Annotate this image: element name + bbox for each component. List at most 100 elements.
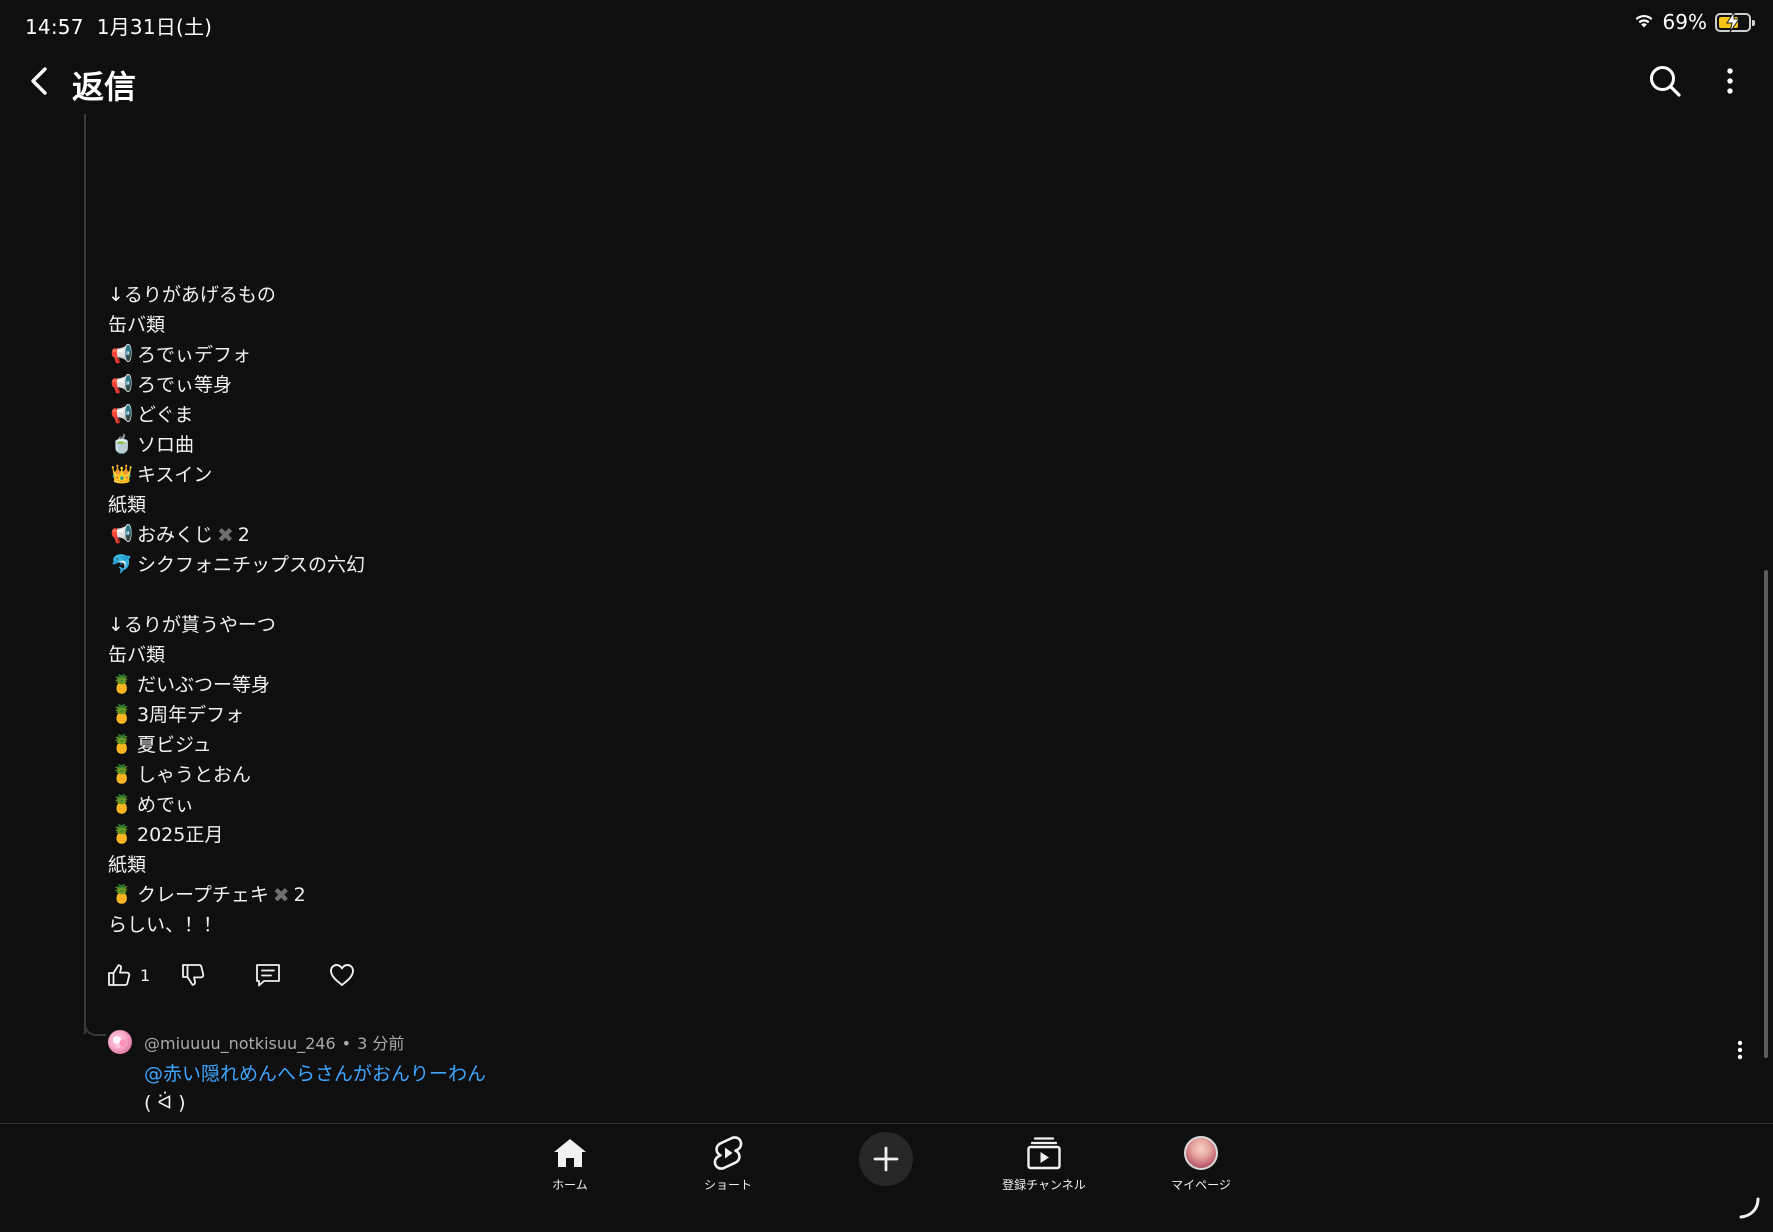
reply-text: ( ᐛ ) — [144, 1092, 186, 1114]
comment-line-text: ↓るりが貰うやーつ — [108, 614, 276, 636]
more-vertical-icon — [1737, 1040, 1743, 1060]
more-vertical-icon — [1727, 68, 1733, 94]
app-root: 14:57 1月31日(土) 69% 返信 ↓るりがあげるもの 缶バ類 📢 ろで… — [0, 0, 1773, 1232]
shorts-icon — [713, 1136, 743, 1170]
thumbs-up-icon — [108, 964, 131, 986]
create-button[interactable] — [859, 1132, 913, 1186]
more-options-button[interactable] — [1715, 60, 1745, 102]
avatar — [1184, 1136, 1218, 1170]
status-clock: 14:57 1月31日(土) — [25, 11, 212, 40]
nav-subscriptions-label: 登録チャンネル — [1002, 1178, 1086, 1192]
wifi-icon — [1633, 11, 1655, 33]
emoji-icon: 🍍 — [110, 884, 134, 905]
nav-my-page-label: マイページ — [1171, 1178, 1231, 1192]
status-right: 69% — [1633, 10, 1755, 34]
reply-username[interactable]: @miuuuu_notkisuu_246 — [144, 1034, 336, 1053]
emoji-icon: 👑 — [110, 464, 134, 485]
emoji-icon: 🍍 — [110, 794, 134, 815]
heart-icon — [330, 964, 354, 986]
emoji-icon: 🍍 — [110, 674, 134, 695]
comment-line-text: シクフォニチップスの六幻 — [137, 554, 366, 576]
dislike-button[interactable] — [180, 958, 254, 992]
comment-line-text: しゃうとおん — [137, 764, 252, 786]
flower-avatar-icon — [113, 1036, 127, 1049]
comment-line-text: ↓るりがあげるもの — [108, 284, 276, 306]
thread-connector — [84, 1016, 106, 1036]
search-icon — [1650, 66, 1681, 97]
comment-line: 📢 どぐま — [108, 400, 1008, 430]
comment-line-quantity: 2 — [293, 884, 306, 906]
battery-percent: 69% — [1662, 10, 1707, 34]
comment-body: ↓るりがあげるもの 缶バ類 📢 ろでぃデフォ 📢 ろでぃ等身 📢 どぐま 🍵 ソロ曲 👑 キスイン 紙類… — [108, 280, 1008, 940]
nav-shorts-label: ショート — [703, 1178, 752, 1192]
comment-line-text: 夏ビジュ — [137, 734, 212, 756]
comment-line: 🍍 めでぃ — [108, 790, 1008, 820]
subscriptions-icon — [1027, 1137, 1061, 1170]
comment-line-text: 3周年デフォ — [137, 704, 245, 726]
thumbs-down-icon — [182, 964, 205, 986]
app-header: 返信 — [0, 48, 1773, 114]
nav-shorts[interactable]: ショート — [673, 1134, 783, 1196]
emoji-icon: 🍍 — [110, 734, 134, 755]
heart-button[interactable] — [328, 958, 368, 992]
comment-line: 👑 キスイン — [108, 460, 1008, 490]
comment-line: 🍍 クレープチェキ ✖ 2 — [108, 880, 1008, 910]
comment-line: 紙類 — [108, 850, 1008, 880]
comment-line: らしい、！！ — [108, 910, 1008, 940]
comment-line: 🐬 シクフォニチップスの六幻 — [108, 550, 1008, 580]
chevron-left-icon — [31, 67, 47, 95]
reply-mention-link[interactable]: @赤い隠れめんへらさんがおんりーわん — [144, 1059, 486, 1086]
multiply-icon: ✖ — [272, 883, 290, 907]
emoji-icon: 🍍 — [110, 704, 134, 725]
status-bar: 14:57 1月31日(土) 69% — [0, 0, 1773, 48]
reply-button[interactable] — [254, 958, 328, 992]
nav-my-page[interactable]: マイページ — [1146, 1134, 1256, 1196]
status-date: 1月31日(土) — [96, 15, 213, 39]
meta-separator: • — [341, 1034, 352, 1053]
comment-line-text: どぐま — [137, 404, 194, 426]
home-icon — [554, 1139, 586, 1167]
back-button[interactable] — [18, 60, 60, 102]
comment-line-text: らしい、！！ — [108, 914, 223, 936]
reply-comment: @miuuuu_notkisuu_246 • 3 分前 @赤い隠れめんへらさんがおん… — [106, 1026, 1766, 1116]
plus-icon — [873, 1146, 899, 1172]
emoji-icon: 🐬 — [110, 554, 134, 575]
comment-line: 📢 おみくじ ✖ 2 — [108, 520, 1008, 550]
reply-meta: @miuuuu_notkisuu_246 • 3 分前 — [144, 1030, 404, 1054]
comment-line-text: だいぶつー等身 — [137, 674, 271, 696]
like-count: 1 — [140, 965, 151, 985]
emoji-icon: 🍵 — [110, 434, 134, 455]
comment-line-text: 紙類 — [108, 854, 147, 876]
emoji-icon: 📢 — [110, 524, 134, 545]
comment-line-text: クレープチェキ — [137, 884, 269, 906]
comment-action-bar: 1 — [106, 958, 368, 992]
emoji-icon: 📢 — [110, 404, 134, 425]
comment-line-text: 缶バ類 — [108, 644, 166, 666]
comment-line-text: ろでぃデフォ — [137, 344, 252, 366]
comment-line: 🍵 ソロ曲 — [108, 430, 1008, 460]
nav-home-label: ホーム — [552, 1178, 588, 1192]
emoji-icon: 📢 — [110, 374, 134, 395]
scrollbar[interactable] — [1764, 570, 1768, 1058]
comment-line: 🍍 しゃうとおん — [108, 760, 1008, 790]
search-button[interactable] — [1644, 60, 1686, 102]
comment-line: 📢 ろでぃデフォ — [108, 340, 1008, 370]
home-indicator-handle — [1737, 1196, 1761, 1224]
nav-subscriptions[interactable]: 登録チャンネル — [989, 1134, 1099, 1196]
comment-line-text: 紙類 — [108, 494, 147, 516]
comment-line: 🍍 3周年デフォ — [108, 700, 1008, 730]
battery-icon — [1715, 11, 1755, 32]
page-title: 返信 — [72, 68, 137, 106]
like-button[interactable]: 1 — [106, 958, 180, 992]
comment-line-text: 2025正月 — [137, 824, 224, 846]
comment-line: 🍍 だいぶつー等身 — [108, 670, 1008, 700]
status-time: 14:57 — [25, 15, 84, 39]
avatar[interactable] — [108, 1030, 132, 1054]
bottom-navigation: ホーム ショート 登録チャンネル マイページ — [0, 1123, 1773, 1232]
comment-line: 📢 ろでぃ等身 — [108, 370, 1008, 400]
nav-home[interactable]: ホーム — [515, 1134, 625, 1196]
reply-more-button[interactable] — [1728, 1034, 1752, 1066]
emoji-icon: 📢 — [110, 344, 134, 365]
corner-handle-icon — [1739, 1197, 1760, 1219]
comment-line: 缶バ類 — [108, 640, 1008, 670]
